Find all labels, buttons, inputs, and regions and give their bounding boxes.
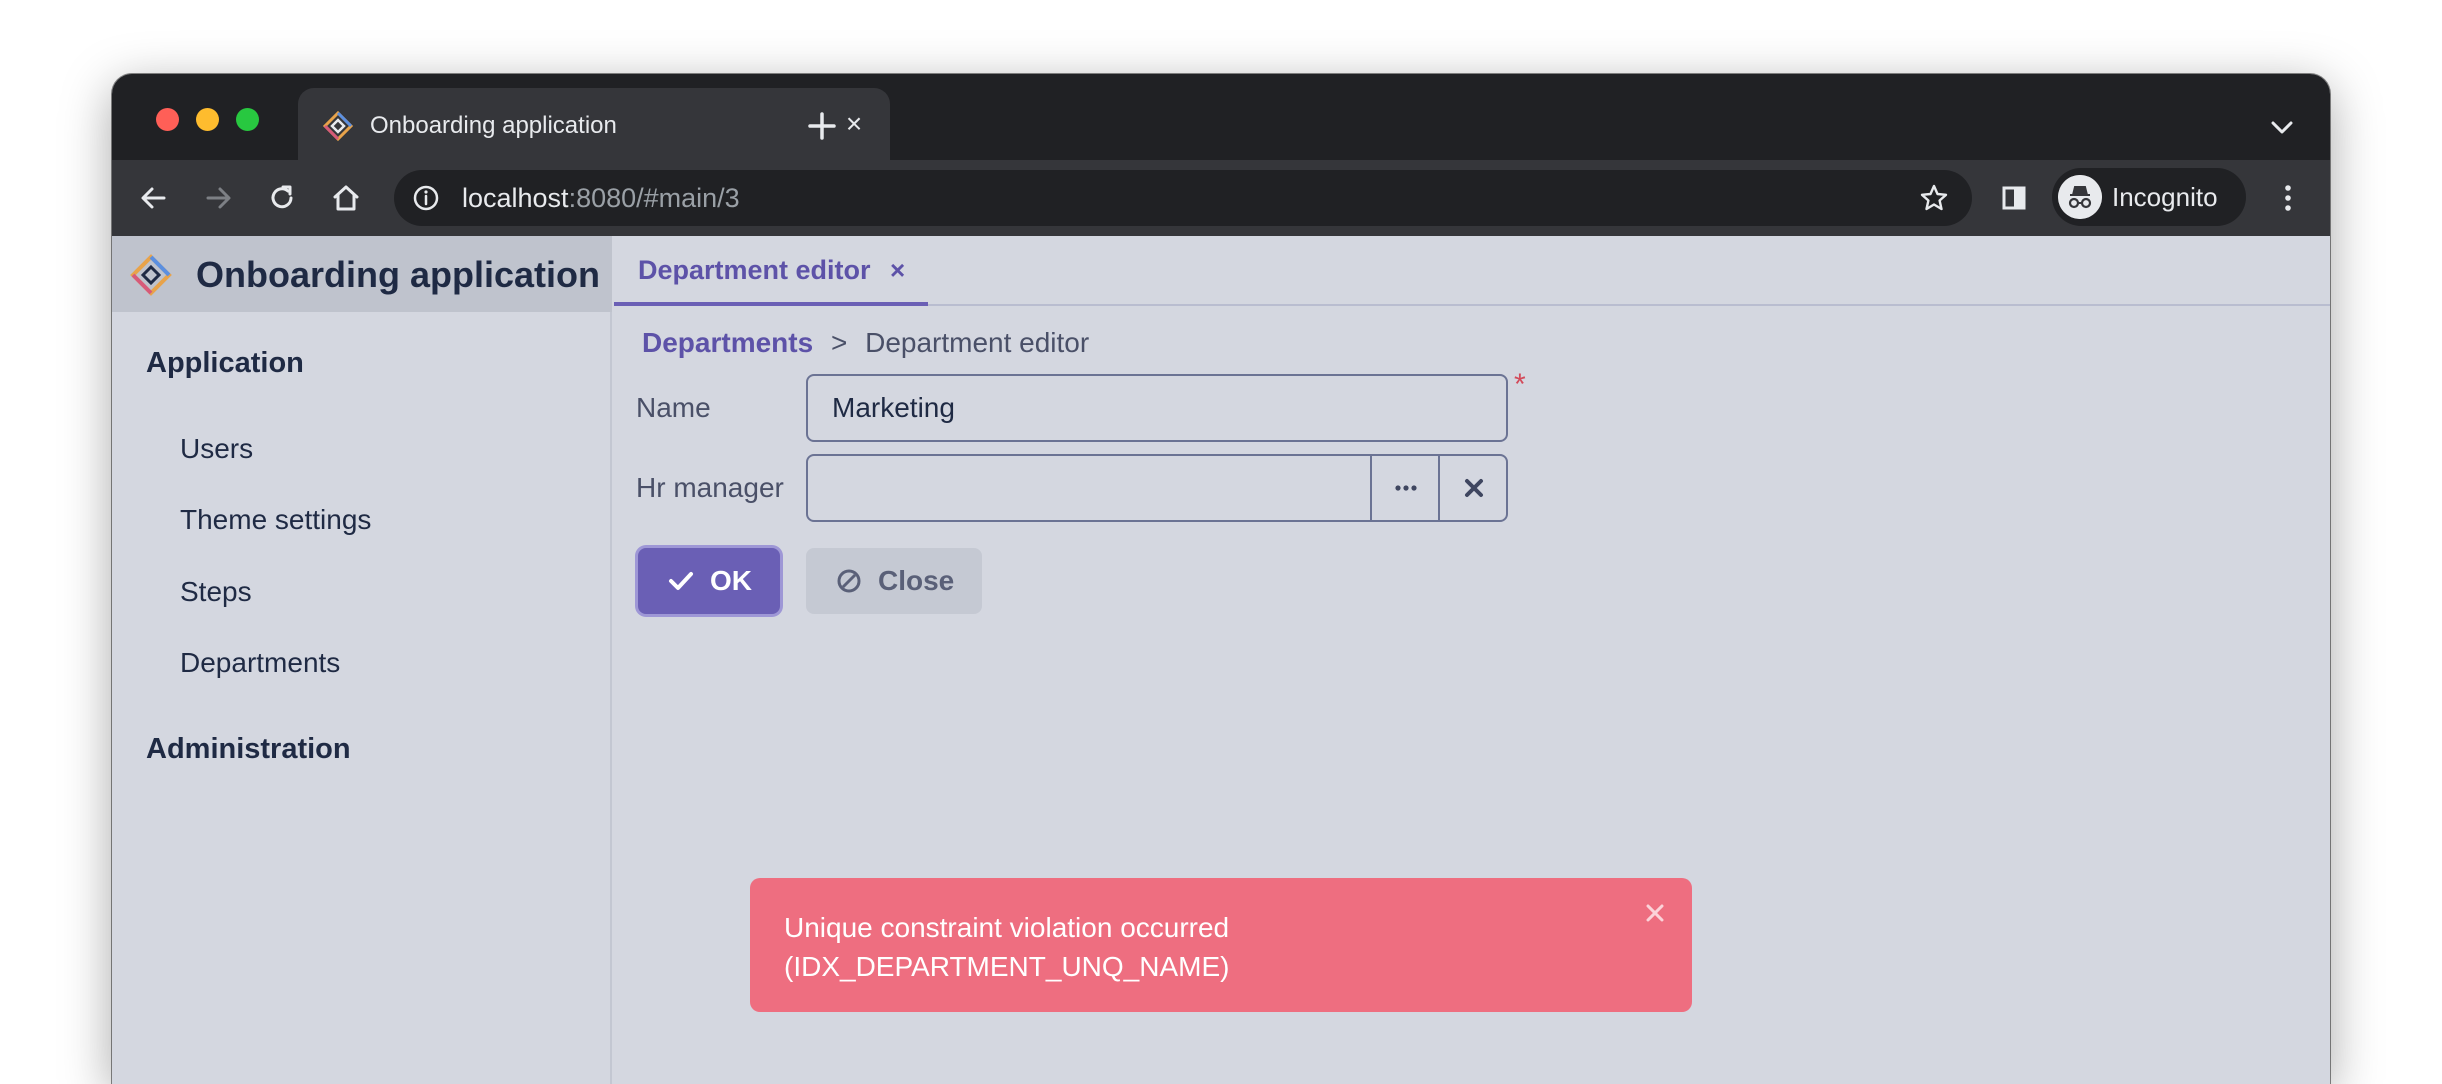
star-icon[interactable] <box>1918 182 1950 214</box>
ellipsis-icon <box>1395 485 1417 491</box>
sidebar-item-users[interactable]: Users <box>180 432 253 466</box>
notification-line-1: Unique constraint violation occurred <box>784 912 1230 943</box>
window-close-button[interactable] <box>156 108 179 131</box>
browser-toolbar: localhost:8080/#main/3 Incognito <box>112 160 2330 236</box>
hr-manager-lookup-button[interactable] <box>1370 456 1438 520</box>
notification-message: Unique constraint violation occurred (ID… <box>784 908 1584 986</box>
close-icon[interactable] <box>1640 898 1670 928</box>
chevron-down-icon[interactable] <box>2264 110 2300 146</box>
url-path: :8080/#main/3 <box>568 183 740 213</box>
address-bar[interactable]: localhost:8080/#main/3 <box>394 170 1972 226</box>
breadcrumb-current: Department editor <box>865 327 1090 358</box>
required-indicator: * <box>1514 368 1526 401</box>
close-button[interactable]: Close <box>806 548 982 614</box>
sidebar-group-application[interactable]: Application <box>146 346 304 380</box>
url-host: localhost <box>462 183 569 213</box>
new-tab-icon[interactable] <box>802 106 842 146</box>
sidebar-group-administration[interactable]: Administration <box>146 732 351 766</box>
notification-line-2: (IDX_DEPARTMENT_UNQ_NAME) <box>784 951 1230 982</box>
breadcrumb-link-departments[interactable]: Departments <box>642 327 813 358</box>
window-minimize-button[interactable] <box>196 108 219 131</box>
sidebar-header: Onboarding application <box>112 236 612 312</box>
tab-label: Department editor <box>638 255 871 285</box>
breadcrumb: Departments > Department editor <box>642 326 1089 360</box>
info-icon[interactable] <box>412 184 440 212</box>
profile-button[interactable]: Incognito <box>2052 168 2246 226</box>
sidebar: Onboarding application Application Users… <box>112 236 612 1084</box>
kebab-menu-icon[interactable] <box>2268 178 2308 218</box>
profile-label: Incognito <box>2112 182 2218 212</box>
sidebar-item-theme-settings[interactable]: Theme settings <box>180 503 371 537</box>
hr-manager-input[interactable] <box>808 456 1370 520</box>
close-icon <box>1465 479 1483 497</box>
app-title: Onboarding application <box>196 254 600 295</box>
side-panel-icon[interactable] <box>1994 178 2034 218</box>
name-label: Name <box>636 392 711 423</box>
browser-tab-title: Onboarding application <box>370 112 617 139</box>
hr-manager-clear-button[interactable] <box>1438 456 1506 520</box>
browser-tab-strip: Onboarding application × <box>112 74 2330 160</box>
jmix-logo-icon <box>322 110 354 142</box>
error-notification: Unique constraint violation occurred (ID… <box>750 878 1692 1012</box>
close-button-label: Close <box>878 565 955 596</box>
sidebar-item-departments[interactable]: Departments <box>180 646 340 680</box>
incognito-icon <box>2058 175 2102 219</box>
hr-manager-label: Hr manager <box>636 472 784 503</box>
checkmark-icon <box>669 572 693 590</box>
ok-button-label: OK <box>710 565 752 596</box>
ok-button[interactable]: OK <box>638 548 780 614</box>
hr-manager-field <box>806 454 1508 522</box>
window-maximize-button[interactable] <box>236 108 259 131</box>
arrow-left-icon[interactable] <box>134 178 174 218</box>
sidebar-item-steps[interactable]: Steps <box>180 575 252 609</box>
close-icon[interactable]: × <box>890 254 905 286</box>
ban-icon <box>837 569 861 593</box>
name-input[interactable] <box>806 374 1508 442</box>
url-text[interactable]: localhost:8080/#main/3 <box>462 182 740 214</box>
view-tab-bar: Department editor × <box>614 236 2330 306</box>
jmix-logo-icon <box>130 254 172 296</box>
arrow-right-icon[interactable] <box>198 178 238 218</box>
breadcrumb-separator: > <box>830 327 848 358</box>
home-icon[interactable] <box>326 178 366 218</box>
reload-icon[interactable] <box>262 178 302 218</box>
tab-department-editor[interactable]: Department editor × <box>614 236 928 306</box>
